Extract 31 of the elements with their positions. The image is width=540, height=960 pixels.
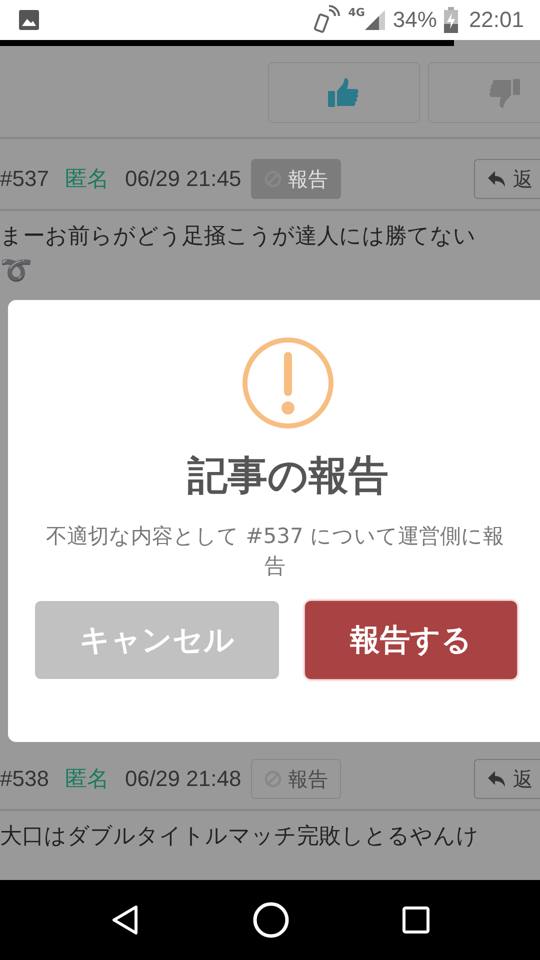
recents-icon[interactable] (402, 906, 430, 934)
cell-signal-icon (362, 8, 387, 32)
battery-charging-icon (442, 7, 459, 33)
dialog-title: 記事の報告 (188, 452, 388, 501)
clock: 22:01 (468, 7, 524, 33)
post-date: 06/29 21:45 (124, 166, 242, 192)
phone-signal-icon (312, 5, 342, 35)
curly-loop-emoji: ➰ (0, 255, 33, 287)
reply-button[interactable]: 返 (474, 759, 540, 799)
post-body: 大口はダブルタイトルマッチ完敗しとるやんけ (0, 823, 480, 851)
battery-percentage: 34% (392, 7, 437, 33)
reply-button[interactable]: 返 (474, 159, 540, 199)
report-button[interactable]: 報告 (251, 159, 342, 199)
back-icon[interactable] (110, 904, 140, 936)
image-icon (18, 9, 40, 31)
dialog-message: 不適切な内容として #537 について運営側に報告 (44, 523, 506, 580)
author-name: 匿名 (64, 166, 109, 194)
thumbs-up-icon (328, 78, 360, 108)
report-button[interactable]: 報告 (251, 759, 342, 799)
reply-arrow-icon (487, 170, 507, 188)
warning-icon (241, 336, 335, 430)
network-type-label: 4G (348, 6, 365, 19)
confirm-report-button[interactable]: 報告する (305, 601, 517, 679)
thumbs-down-icon (488, 78, 520, 108)
post-date: 06/29 21:48 (124, 766, 242, 792)
author-name: 匿名 (64, 766, 109, 794)
reply-arrow-icon (487, 770, 507, 788)
post-body: まーお前らがどう足掻こうが達人には勝てない (0, 223, 477, 251)
home-icon[interactable] (252, 901, 290, 939)
post-number: #537 (0, 166, 49, 192)
post-number: #538 (0, 766, 49, 792)
